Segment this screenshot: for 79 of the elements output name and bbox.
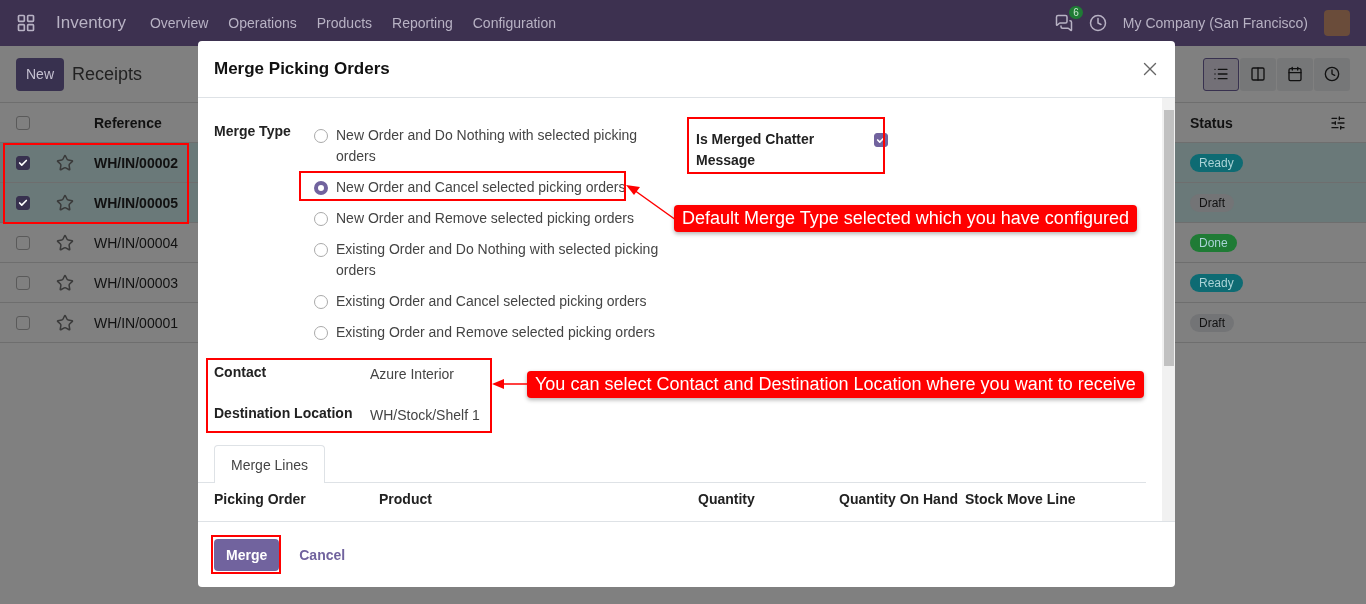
view-switch-button[interactable] [1203, 57, 1239, 91]
status-badge: Draft [1190, 313, 1234, 332]
menu-item[interactable]: Overview [149, 15, 209, 31]
list-icon [1213, 66, 1229, 82]
radio-button[interactable] [314, 181, 328, 195]
dialog-title: Merge Picking Orders [214, 59, 390, 79]
field-value[interactable]: Azure Interior [370, 362, 455, 385]
cancel-button[interactable]: Cancel [287, 538, 358, 571]
status-badge: Ready [1190, 273, 1243, 292]
star-icon[interactable] [56, 273, 74, 292]
field-label: Merge Type [214, 122, 292, 141]
reference-cell: WH/IN/00005 [94, 194, 179, 211]
callout-label: Default Merge Type selected which you have configured [674, 205, 1137, 232]
column-header: Status [1190, 114, 1233, 131]
select-all-checkbox[interactable] [16, 115, 30, 130]
status-badge: Done [1190, 233, 1237, 252]
status-badge: Draft [1190, 193, 1234, 212]
view-switch-button[interactable] [1277, 57, 1313, 91]
radio-label[interactable]: Existing Order and Cancel selected picking orders [336, 291, 647, 312]
tab[interactable]: Merge Lines [214, 445, 326, 483]
row-checkbox[interactable] [16, 155, 30, 170]
new-button[interactable]: New [16, 57, 64, 91]
field-value[interactable]: WH/Stock/Shelf 1 [370, 403, 480, 426]
merge-button[interactable]: Merge [214, 538, 280, 571]
radio-button[interactable] [314, 243, 328, 257]
radio-button[interactable] [314, 295, 328, 309]
row-checkbox[interactable] [16, 275, 30, 290]
highlight-frame [211, 535, 281, 574]
clock-icon[interactable] [1088, 14, 1107, 32]
column-header: Quantity On Hand [839, 491, 958, 507]
reference-cell: WH/IN/00003 [94, 274, 179, 291]
status-badge: Ready [1190, 153, 1243, 172]
column-settings-icon[interactable] [1330, 114, 1346, 131]
star-icon[interactable] [56, 193, 74, 212]
radio-label[interactable]: New Order and Remove selected picking orders [336, 208, 635, 229]
company-name[interactable]: My Company (San Francisco) [1122, 15, 1308, 31]
column-header: Reference [94, 114, 162, 131]
calendar-icon [1287, 66, 1303, 82]
column-header: Product [379, 491, 432, 507]
field-label: Contact [214, 363, 268, 382]
column-header: Stock Move Line [965, 491, 1076, 507]
check-icon [18, 157, 28, 168]
message-count: 6 [1069, 6, 1083, 19]
check-icon [876, 135, 886, 145]
reference-cell: WH/IN/00001 [94, 314, 179, 331]
radio-label[interactable]: New Order and Cancel selected picking orders [336, 177, 626, 198]
radio-label[interactable]: Existing Order and Remove selected picking orders [336, 322, 656, 343]
apps-menu-icon[interactable] [16, 13, 36, 33]
field-label: Is Merged Chatter Message [696, 130, 816, 170]
view-switch-button[interactable] [1314, 57, 1350, 91]
row-checkbox[interactable] [16, 195, 30, 210]
messages-icon[interactable] [1054, 14, 1073, 32]
radio-label[interactable]: Existing Order and Do Nothing with selected picking orders [336, 239, 674, 281]
clock-icon [1324, 66, 1340, 82]
radio-label[interactable]: New Order and Do Nothing with selected picking orders [336, 125, 674, 167]
star-icon[interactable] [56, 153, 74, 172]
column-header: Picking Order [214, 491, 306, 507]
scrollbar[interactable] [1162, 98, 1175, 521]
check-icon [18, 197, 28, 208]
column-header: Quantity [698, 491, 755, 507]
menu-item[interactable]: Reporting [392, 15, 453, 31]
view-switch-button[interactable] [1240, 57, 1276, 91]
star-icon[interactable] [56, 233, 74, 252]
star-icon[interactable] [56, 313, 74, 332]
page-title: Receipts [72, 63, 143, 85]
radio-button[interactable] [314, 129, 328, 143]
reference-cell: WH/IN/00004 [94, 234, 179, 251]
row-checkbox[interactable] [16, 315, 30, 330]
menu-item[interactable]: Products [316, 15, 373, 31]
menu-item[interactable]: Operations [228, 15, 297, 31]
app-name: Inventory [56, 13, 126, 33]
callout-label: You can select Contact and Destination Location where you want to receive [527, 371, 1144, 398]
radio-button[interactable] [314, 212, 328, 226]
row-checkbox[interactable] [16, 235, 30, 250]
callout-arrow [492, 378, 528, 390]
menu-item[interactable]: Configuration [472, 15, 556, 31]
reference-cell: WH/IN/00002 [94, 154, 179, 171]
radio-button[interactable] [314, 326, 328, 340]
field-label: Destination Location [214, 404, 354, 423]
